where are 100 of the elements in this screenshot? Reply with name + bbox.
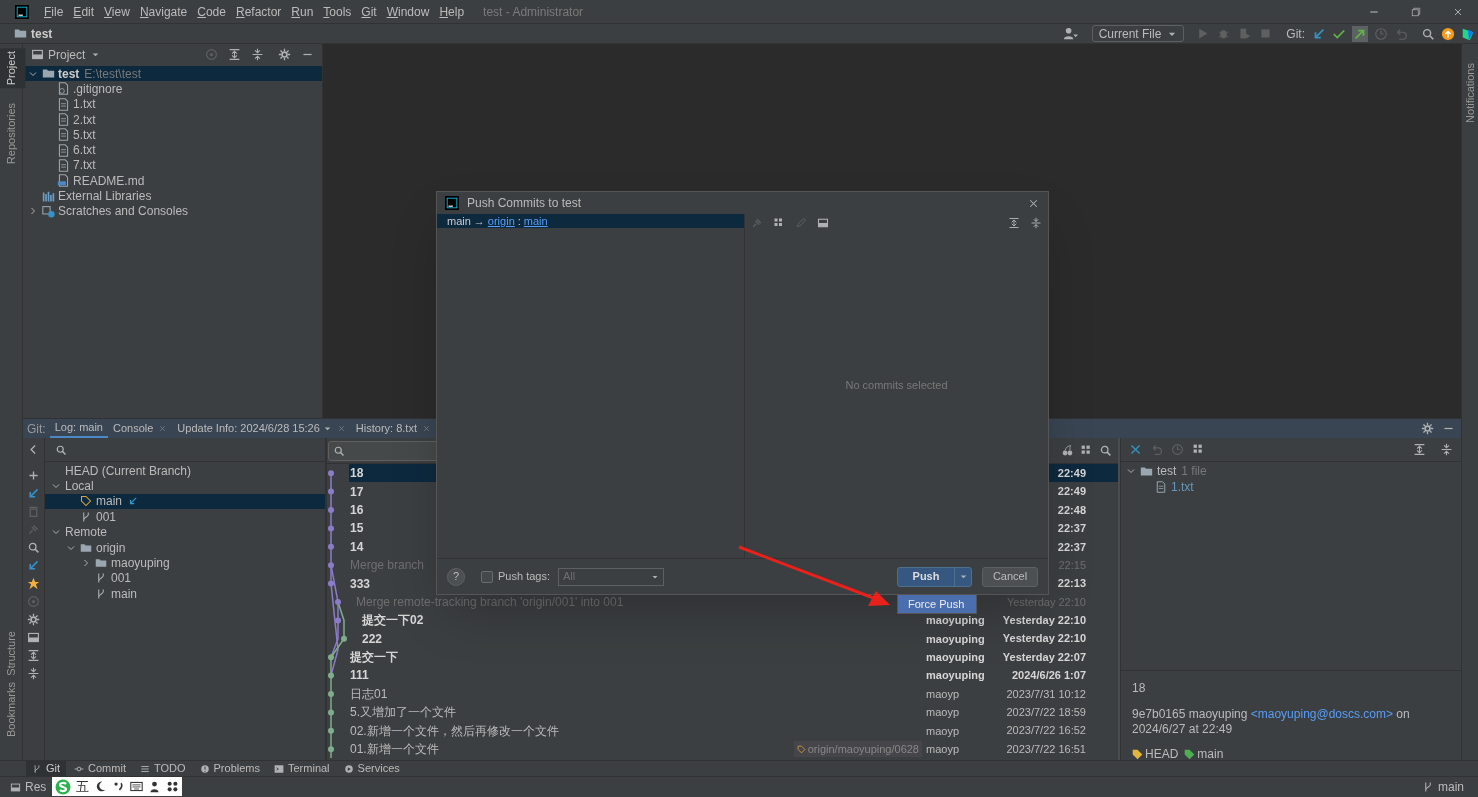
update-icon[interactable] — [1312, 26, 1326, 41]
collapse-all-icon[interactable] — [1030, 217, 1042, 229]
tree-item[interactable]: 2.txt — [23, 111, 322, 128]
tree-item[interactable]: maoyuping — [45, 555, 325, 571]
incoming-icon[interactable] — [27, 487, 40, 500]
panel-toggle-icon[interactable] — [10, 781, 21, 793]
person-icon[interactable] — [148, 780, 161, 793]
grid-icon[interactable] — [1192, 443, 1205, 456]
tree-item[interactable]: HEAD (Current Branch) — [45, 463, 325, 479]
favorite-icon[interactable] — [27, 577, 40, 590]
tree-item[interactable]: 001 — [45, 509, 325, 525]
library-icon — [42, 189, 55, 203]
menu-item[interactable]: Help — [434, 2, 470, 21]
menu-item[interactable]: Git — [356, 2, 382, 21]
settings-icon[interactable] — [278, 48, 291, 61]
tool-window-button[interactable]: Commit — [68, 760, 132, 777]
tool-window-button[interactable]: TODO — [133, 760, 192, 777]
keyboard-icon[interactable] — [130, 780, 143, 793]
moon-icon[interactable] — [94, 780, 107, 793]
tree-item[interactable]: 1.txt — [23, 96, 322, 112]
user-icon[interactable] — [1062, 26, 1078, 41]
tree-item[interactable]: test E:\test\test — [23, 66, 322, 82]
tree-item[interactable]: Local — [45, 478, 325, 494]
tab[interactable]: History: 8.txt — [350, 419, 436, 438]
side-tab[interactable]: Repositories — [0, 100, 26, 168]
side-tab[interactable]: Notifications — [1455, 60, 1478, 126]
menu-item[interactable]: Tools — [318, 2, 357, 21]
menu-item[interactable]: Refactor — [230, 2, 287, 21]
menu-item[interactable]: Force Push — [898, 595, 976, 613]
expand-all-icon[interactable] — [228, 48, 241, 61]
side-tab[interactable]: Project — [0, 48, 26, 89]
checkbox[interactable]: Push tags: — [481, 568, 550, 585]
help-button[interactable]: ? — [447, 567, 465, 586]
tree-item[interactable]: 7.txt — [23, 157, 322, 174]
menu-item[interactable]: Code — [192, 2, 231, 21]
tree-item[interactable]: main — [45, 586, 325, 602]
tab[interactable]: Console — [108, 419, 173, 438]
search-icon[interactable] — [1099, 444, 1112, 457]
checkout-icon[interactable] — [27, 559, 40, 572]
cherry-pick-icon[interactable] — [1061, 444, 1074, 457]
email-link[interactable]: <maoyuping@doscs.com> — [1250, 707, 1394, 721]
ime-toolbar[interactable]: 五 — [52, 777, 182, 796]
panel-icon[interactable] — [817, 217, 829, 229]
tool-window-button[interactable]: Terminal — [268, 760, 336, 777]
menu-item[interactable]: Navigate — [134, 2, 193, 21]
cancel-button[interactable]: Cancel — [982, 566, 1038, 587]
tool-window-button[interactable]: Services — [337, 760, 406, 777]
tree-item[interactable]: Scratches and Consoles — [23, 203, 322, 219]
run-configuration-dropdown[interactable]: Current File — [1091, 25, 1185, 42]
menu-item[interactable]: Run — [286, 2, 319, 21]
expand-all-icon[interactable] — [27, 649, 40, 662]
tree-item[interactable]: README.md — [23, 173, 322, 189]
menu-item[interactable]: Edit — [68, 2, 100, 21]
update-available-icon[interactable] — [1441, 26, 1455, 41]
project-view-dropdown[interactable]: Project — [48, 45, 101, 64]
tree-item[interactable]: 5.txt — [23, 127, 322, 143]
tab[interactable]: Log: main — [49, 419, 108, 438]
tree-item[interactable]: origin — [45, 539, 325, 556]
remote-link[interactable]: origin — [487, 212, 515, 230]
branch-widget[interactable]: main — [1438, 778, 1464, 796]
collapse-all-icon[interactable] — [251, 48, 264, 61]
tree-item[interactable]: main — [45, 493, 325, 510]
tree-item[interactable]: 001 — [45, 570, 325, 587]
menu-item[interactable]: View — [99, 2, 135, 21]
settings-icon[interactable] — [27, 613, 40, 626]
tree-item[interactable]: .gitignore — [23, 81, 322, 97]
tree-item[interactable]: Remote — [45, 524, 325, 540]
expand-all-icon[interactable] — [1413, 443, 1426, 456]
search-icon[interactable] — [27, 541, 40, 554]
restore-icon[interactable] — [1410, 5, 1422, 18]
breadcrumb[interactable]: test — [31, 24, 53, 43]
panel-icon[interactable] — [27, 631, 40, 644]
menu-item[interactable]: Window — [381, 2, 435, 21]
split-button[interactable]: Push — [897, 566, 972, 587]
settings-icon[interactable] — [1421, 422, 1434, 435]
expand-all-icon[interactable] — [1008, 217, 1020, 229]
side-tab[interactable]: Structure — [0, 628, 26, 679]
push-button[interactable] — [1352, 25, 1368, 42]
punctuation-icon[interactable] — [112, 780, 125, 793]
input-mode[interactable]: 五 — [76, 776, 89, 797]
apps-icon[interactable] — [166, 780, 179, 793]
checkbox-box[interactable] — [481, 570, 493, 583]
toolbox-icon[interactable] — [1461, 26, 1475, 41]
side-tab[interactable]: Bookmarks — [0, 678, 26, 740]
grid-icon[interactable] — [1080, 444, 1093, 457]
collapse-all-icon[interactable] — [1440, 443, 1453, 456]
tool-window-button[interactable]: Problems — [193, 760, 266, 777]
branch-link[interactable]: main — [523, 212, 548, 230]
tree-item[interactable]: External Libraries — [23, 188, 322, 204]
push-target-row[interactable]: main → origin : main — [437, 214, 744, 228]
tab[interactable]: Update Info: 2024/6/28 15:26 — [172, 419, 351, 438]
tree-item[interactable]: 1.txt — [1121, 479, 1461, 495]
tool-window-button[interactable]: Git — [26, 760, 67, 777]
search-icon[interactable] — [1421, 26, 1435, 41]
tree-item[interactable]: 6.txt — [23, 142, 322, 158]
grid-icon[interactable] — [773, 217, 785, 229]
add-icon[interactable] — [27, 469, 40, 482]
menu-item[interactable]: File — [39, 2, 69, 21]
collapse-all-icon[interactable] — [27, 667, 40, 680]
tree-item[interactable]: test 1 file — [1121, 463, 1461, 479]
